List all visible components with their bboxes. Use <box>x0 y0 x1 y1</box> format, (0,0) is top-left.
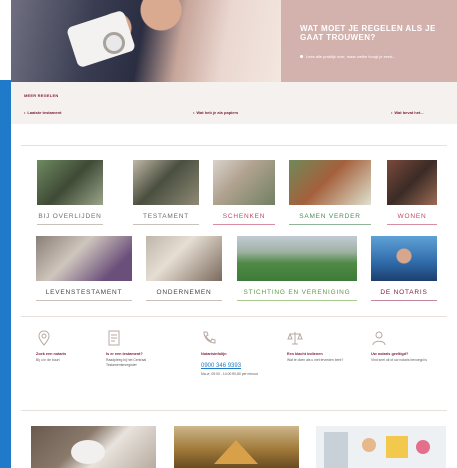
tile-underline <box>133 224 199 225</box>
tile-image <box>237 236 357 281</box>
divider <box>21 410 447 411</box>
card-savings[interactable] <box>31 426 156 468</box>
tile-wonen[interactable]: WONEN <box>387 160 437 228</box>
person-icon <box>416 440 430 454</box>
bullet-icon: • <box>193 110 195 115</box>
bullet-icon: • <box>391 110 393 115</box>
tile-samen-verder[interactable]: SAMEN VERDER <box>289 160 371 228</box>
divider <box>21 316 447 317</box>
piggy-bank-icon <box>71 440 105 464</box>
info-text: Wat te doen als u niet tevreden bent? <box>287 358 344 362</box>
phone-icon <box>203 331 216 344</box>
meer-link-3[interactable]: • Wat bevat het... <box>391 110 424 115</box>
meer-link-label: Wat bevat het... <box>394 110 424 115</box>
tile-image <box>213 160 275 205</box>
tile-ondernemen[interactable]: ONDERNEMEN <box>146 236 222 304</box>
tile-underline <box>146 300 222 301</box>
tile-label: WONEN <box>397 213 427 220</box>
meer-link-label: Laatste testament <box>27 110 62 115</box>
tile-label: STICHTING EN VERENIGING <box>243 289 351 296</box>
phone-number-link[interactable]: 0900 346 9393 <box>201 363 241 369</box>
tile-bij-overlijden[interactable]: BIJ OVERLIJDEN <box>37 160 103 228</box>
meer-regelen-heading: MEER REGELEN <box>24 93 59 98</box>
tile-underline <box>213 224 275 225</box>
tile-image <box>371 236 437 281</box>
tile-image <box>37 160 103 205</box>
person-icon <box>362 438 376 452</box>
tile-label: BIJ OVERLIJDEN <box>38 213 102 220</box>
tile-image <box>146 236 222 281</box>
tile-image <box>133 160 199 205</box>
document-icon <box>108 330 120 346</box>
document-icon <box>386 436 408 458</box>
meer-link-1[interactable]: • Laatste testament <box>24 110 61 115</box>
info-title: Zoek een notaris <box>36 352 67 356</box>
left-accent-bar-top <box>0 0 11 80</box>
info-title: Een klacht indienen <box>287 352 323 356</box>
tile-label: LEVENSTESTAMENT <box>45 289 123 296</box>
hero-bullet[interactable]: Lees alle praktijk over, maar welke hoog… <box>300 54 450 59</box>
meer-link-2[interactable]: • Wat heb je als papiers <box>193 110 238 115</box>
tile-underline <box>36 300 132 301</box>
tile-schenken[interactable]: SCHENKEN <box>213 160 275 228</box>
hero-photo <box>11 0 281 82</box>
info-title: Uw notaris geeltigd? <box>371 352 409 356</box>
location-pin-icon <box>38 330 50 346</box>
tile-label: TESTAMENT <box>142 213 190 220</box>
tile-stichting-en-vereniging[interactable]: STICHTING EN VERENIGING <box>237 236 357 304</box>
bullet-icon: • <box>24 110 26 115</box>
tile-label: DE NOTARIS <box>380 289 428 296</box>
info-text: Vind snel uit of uw notaris bevoegd is <box>371 358 427 362</box>
info-text: Raadpleeg bij het Centraal Testamentenre… <box>106 358 147 367</box>
shirt-cuff <box>65 9 137 69</box>
divider <box>21 145 447 146</box>
tile-label: SCHENKEN <box>222 213 266 220</box>
tile-underline <box>289 224 371 225</box>
tile-testament[interactable]: TESTAMENT <box>133 160 199 228</box>
bullet-dot-icon <box>300 55 303 59</box>
tile-label: ONDERNEMEN <box>156 289 212 296</box>
watch-icon <box>103 32 125 54</box>
info-text: Ma-vr, 09:00 - 14:00 €0,80 per minuut <box>201 372 258 376</box>
card-illustration[interactable] <box>316 426 446 468</box>
scales-icon <box>287 332 303 345</box>
info-title: Notarisinfolijn <box>201 352 227 356</box>
tile-image <box>387 160 437 205</box>
notary-icon <box>372 331 386 346</box>
meer-regelen-section <box>11 82 457 124</box>
tile-underline <box>371 300 437 301</box>
tile-image <box>36 236 132 281</box>
tile-underline <box>37 224 103 225</box>
tile-levenstestament[interactable]: LEVENSTESTAMENT <box>36 236 132 304</box>
info-title: Is er een testament? <box>106 352 143 356</box>
hero-title: WAT MOET JE REGELEN ALS JE GAAT TROUWEN? <box>300 24 436 42</box>
tile-de-notaris[interactable]: DE NOTARIS <box>371 236 437 304</box>
house-roof-icon <box>214 440 258 464</box>
card-house[interactable] <box>174 426 299 468</box>
tile-image <box>289 160 371 205</box>
hero-bullet-text: Lees alle praktijk over, maar welke hoog… <box>306 54 396 59</box>
info-text: Bij u in de buurt <box>36 358 60 362</box>
building-icon <box>324 432 348 468</box>
tile-underline <box>387 224 437 225</box>
tile-label: SAMEN VERDER <box>299 213 361 220</box>
page: WAT MOET JE REGELEN ALS JE GAAT TROUWEN?… <box>11 0 457 468</box>
tile-underline <box>237 300 357 301</box>
meer-link-label: Wat heb je als papiers <box>196 110 239 115</box>
